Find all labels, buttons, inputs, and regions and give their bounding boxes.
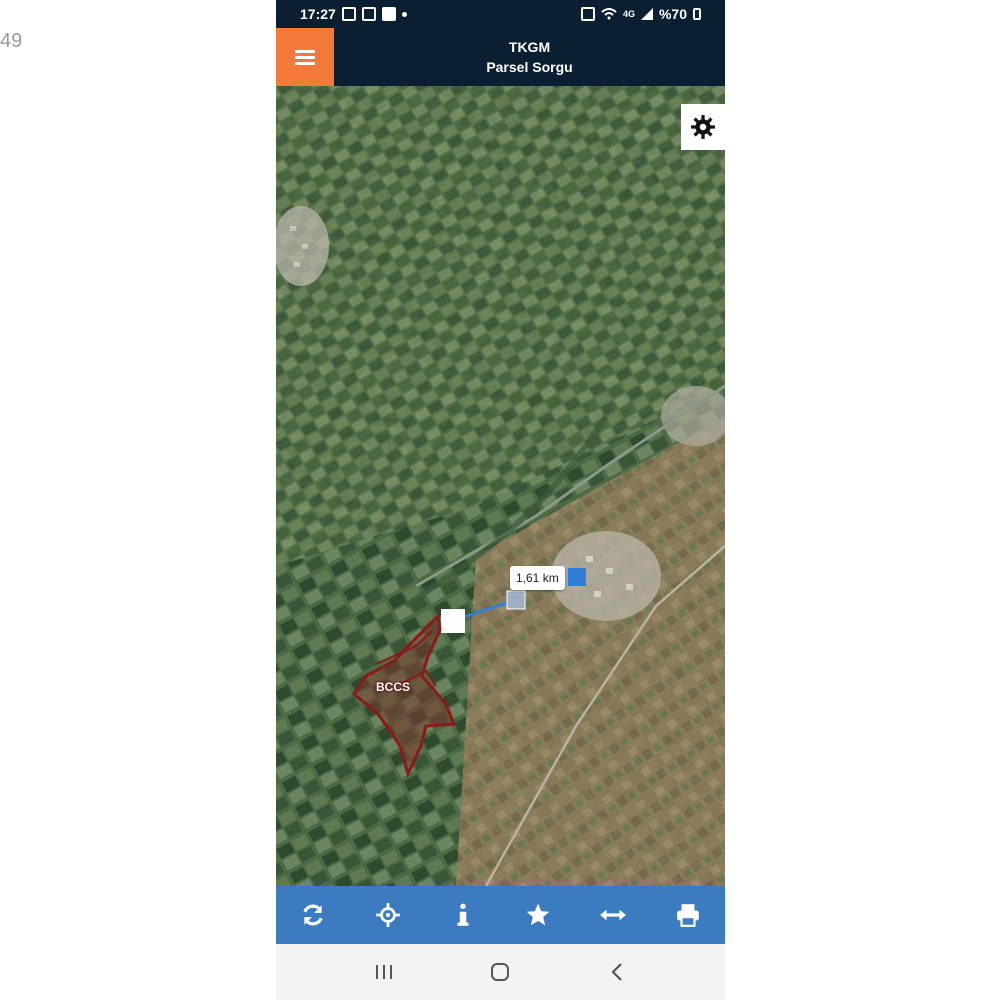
gallery-notification-icon xyxy=(341,7,356,21)
satellite-map[interactable] xyxy=(276,86,725,886)
village-east xyxy=(551,531,661,621)
favorite-button[interactable] xyxy=(514,891,562,939)
measure-start-marker[interactable] xyxy=(441,609,465,633)
locate-icon xyxy=(376,903,401,927)
battery-icon xyxy=(693,8,701,20)
more-notifications-icon xyxy=(401,11,407,17)
s-notification-icon xyxy=(381,7,396,21)
wifi-icon xyxy=(601,8,617,20)
refresh-button[interactable] xyxy=(289,891,337,939)
android-nav-bar xyxy=(276,944,725,1000)
menu-button[interactable] xyxy=(276,28,334,86)
home-button[interactable] xyxy=(480,952,520,992)
info-icon xyxy=(457,903,469,926)
bottom-toolbar xyxy=(276,886,725,944)
print-icon xyxy=(676,904,699,927)
print-button[interactable] xyxy=(664,891,712,939)
alarm-icon xyxy=(580,7,595,21)
app-header: TKGM Parsel Sorgu xyxy=(276,28,725,86)
header-titles: TKGM Parsel Sorgu xyxy=(334,28,725,86)
back-button[interactable] xyxy=(597,952,637,992)
status-left: 17:27 xyxy=(300,6,407,22)
app-subtitle: Parsel Sorgu xyxy=(486,59,573,75)
battery-percentage: %70 xyxy=(658,6,687,22)
parcel-label: BCCS xyxy=(376,680,411,694)
cropped-edge-text: 49 xyxy=(0,30,23,52)
gear-icon xyxy=(691,115,715,139)
status-bar: 17:27 4G %70 xyxy=(276,0,725,28)
app-title: TKGM xyxy=(508,39,551,55)
map-canvas[interactable] xyxy=(276,86,725,886)
measure-button[interactable] xyxy=(589,891,637,939)
home-icon xyxy=(491,963,510,981)
settings-button[interactable] xyxy=(681,104,725,150)
measure-label-pin xyxy=(568,568,586,586)
star-icon xyxy=(526,903,550,926)
phone-screen: 17:27 4G %70 TKGM Parsel Sorgu 1,61 km B… xyxy=(276,0,725,1000)
app-notification-icon xyxy=(361,7,376,21)
locate-button[interactable] xyxy=(364,891,412,939)
info-button[interactable] xyxy=(439,891,487,939)
back-icon xyxy=(611,963,622,981)
status-right: 4G %70 xyxy=(580,6,701,22)
recent-apps-icon xyxy=(376,965,393,979)
refresh-icon xyxy=(303,904,324,926)
network-type-text: 4G xyxy=(622,9,635,19)
measure-icon xyxy=(599,909,626,921)
status-time: 17:27 xyxy=(300,6,336,22)
signal-icon xyxy=(640,8,653,20)
hamburger-icon xyxy=(295,47,315,68)
recent-apps-button[interactable] xyxy=(364,952,404,992)
distance-label: 1,61 km xyxy=(510,566,565,590)
measure-end-marker[interactable] xyxy=(506,590,526,610)
